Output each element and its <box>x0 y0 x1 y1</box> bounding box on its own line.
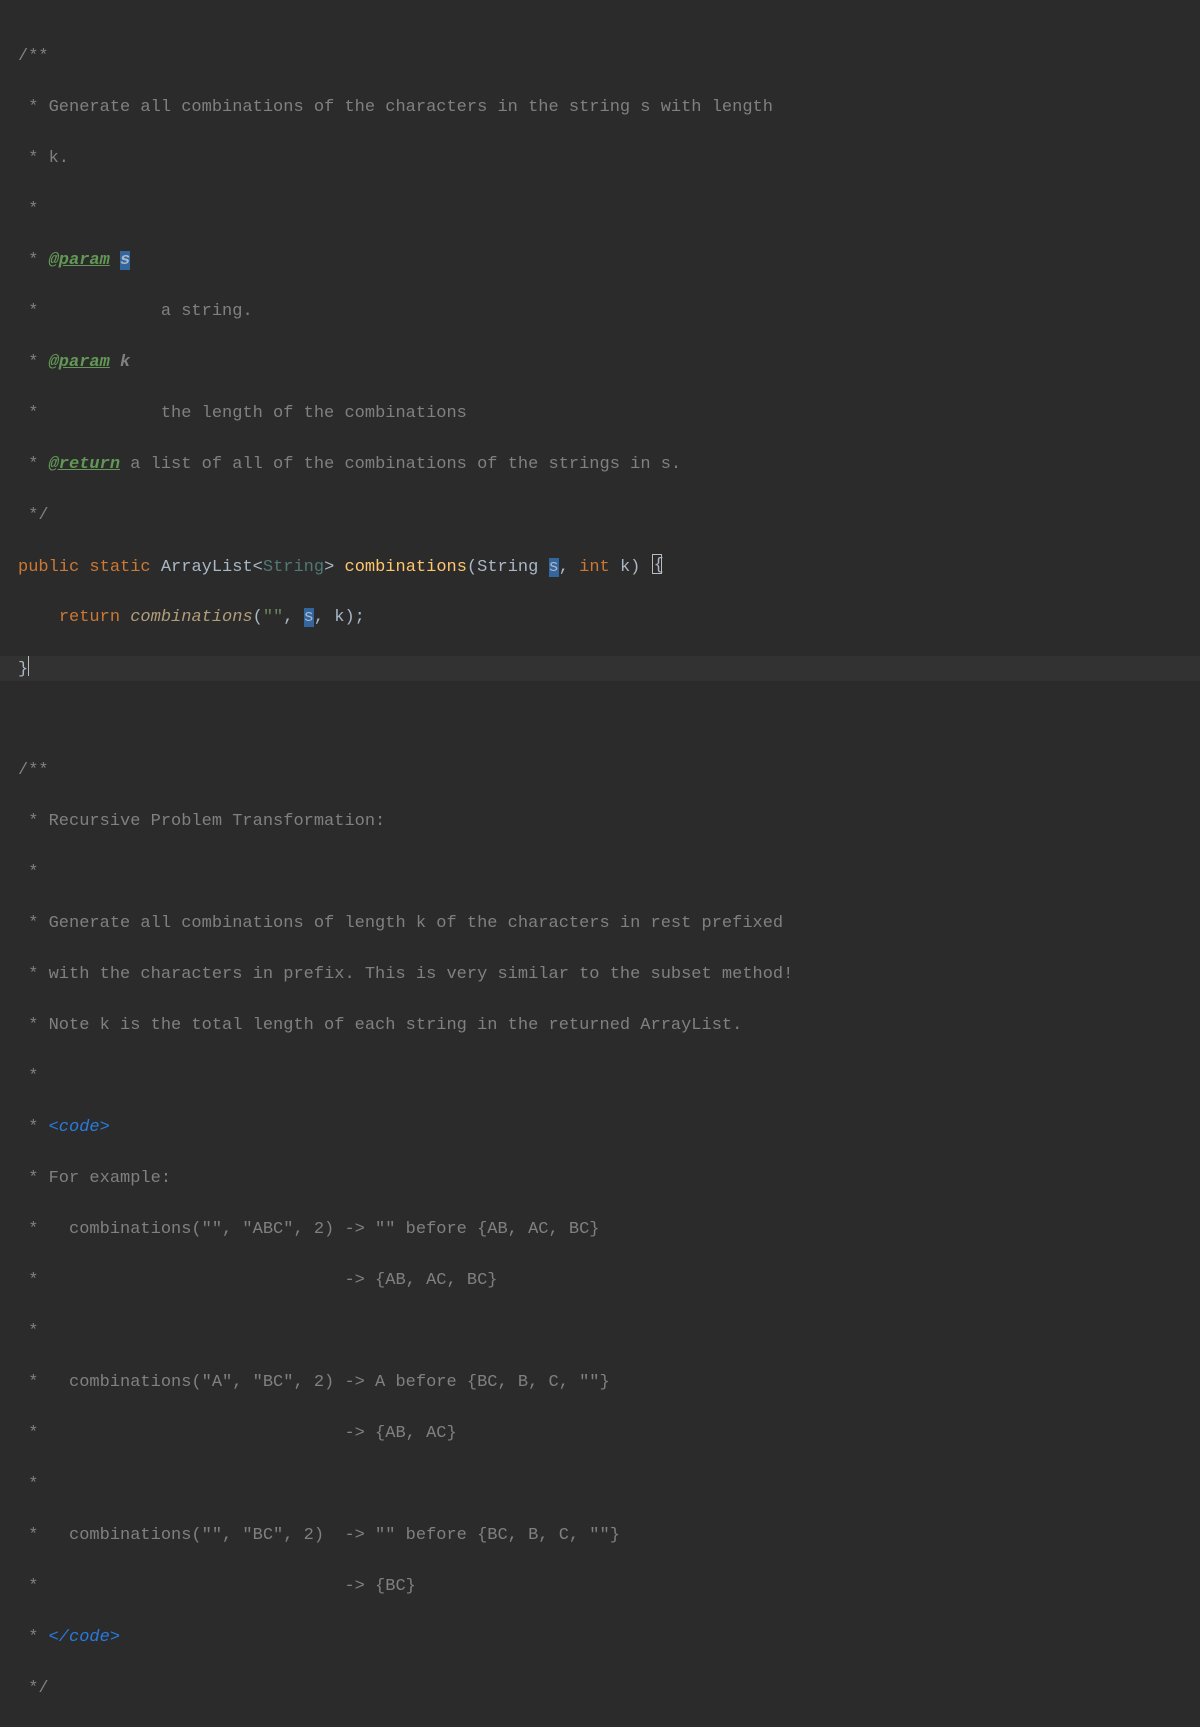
highlighted-variable-s: s <box>304 608 314 627</box>
keyword-static: static <box>89 558 160 577</box>
javadoc-param-desc: a string. <box>161 302 253 321</box>
text-cursor <box>28 656 29 676</box>
arrow: -> <box>344 1271 364 1290</box>
string-literal: "" <box>263 608 283 627</box>
javadoc-code-tag: </code> <box>49 1628 120 1647</box>
javadoc-line: * Generate all combinations of the chara… <box>18 98 773 117</box>
javadoc-line: * Recursive Problem Transformation: <box>18 812 385 831</box>
paren-close: ) <box>630 558 650 577</box>
javadoc-line: * <box>18 200 38 219</box>
javadoc-line: * Note k is the total length of each str… <box>18 1016 742 1035</box>
paren-open: ( <box>253 608 263 627</box>
javadoc-star: * <box>18 353 49 372</box>
javadoc-line: * For example: <box>18 1169 171 1188</box>
javadoc-param-tag: @param <box>49 353 110 372</box>
javadoc-line: * k. <box>18 149 69 168</box>
javadoc-star: * <box>18 1322 38 1341</box>
javadoc-param-tag: @param <box>49 251 110 270</box>
comma: , <box>314 608 334 627</box>
javadoc-example: * combinations("", "ABC", 2) <box>18 1220 344 1239</box>
javadoc-return-tag: @return <box>49 455 120 474</box>
javadoc-star: * <box>18 455 49 474</box>
javadoc-line: * <box>18 1067 38 1086</box>
javadoc-example: * combinations("A", "BC", 2) <box>18 1373 344 1392</box>
javadoc-example: {AB, AC, BC} <box>365 1271 498 1290</box>
keyword-public: public <box>18 558 89 577</box>
javadoc-example: "" before {BC, B, C, ""} <box>365 1526 620 1545</box>
javadoc-line: * with the characters in prefix. This is… <box>18 965 793 984</box>
javadoc-open: /** <box>18 47 49 66</box>
javadoc-example: A before {BC, B, C, ""} <box>365 1373 610 1392</box>
javadoc-example: {BC} <box>365 1577 416 1596</box>
javadoc-example: {AB, AC} <box>365 1424 457 1443</box>
type-string-generic: String <box>263 558 324 577</box>
javadoc-star: * <box>18 1628 49 1647</box>
comma: , <box>283 608 303 627</box>
javadoc-star: * <box>18 251 49 270</box>
javadoc-example: * combinations("", "BC", 2) <box>18 1526 344 1545</box>
cursor-selection-box: { <box>652 554 662 574</box>
variable-k: k <box>334 608 344 627</box>
keyword-return: return <box>59 608 130 627</box>
param-type-string: String <box>477 558 548 577</box>
param-type-int: int <box>579 558 620 577</box>
javadoc-line: * <box>18 863 38 882</box>
javadoc-example: * <box>18 1577 344 1596</box>
javadoc-param-desc: the length of the combinations <box>161 404 467 423</box>
javadoc-example: * <box>18 1424 344 1443</box>
javadoc-star: * <box>18 1475 38 1494</box>
param-name-k: k <box>620 558 630 577</box>
javadoc-open: /** <box>18 761 49 780</box>
javadoc-star: * <box>18 404 161 423</box>
javadoc-close: */ <box>18 1679 49 1698</box>
angle-open: < <box>253 558 263 577</box>
highlighted-variable-s: s <box>549 558 559 577</box>
javadoc-example: * <box>18 1271 344 1290</box>
arrow: -> <box>344 1424 364 1443</box>
javadoc-star: * <box>18 302 161 321</box>
javadoc-close: */ <box>18 506 49 525</box>
arrow: -> <box>344 1220 364 1239</box>
method-call: combinations <box>130 608 252 627</box>
javadoc-star: * <box>18 1118 49 1137</box>
comma: , <box>559 558 579 577</box>
javadoc-line: * Generate all combinations of length k … <box>18 914 783 933</box>
paren-close-semi: ); <box>344 608 364 627</box>
paren-open: ( <box>467 558 477 577</box>
arrow: -> <box>344 1526 364 1545</box>
angle-close: > <box>324 558 344 577</box>
javadoc-code-tag: <code> <box>49 1118 110 1137</box>
arrow: -> <box>344 1373 364 1392</box>
javadoc-example: "" before {AB, AC, BC} <box>365 1220 600 1239</box>
arrow: -> <box>344 1577 364 1596</box>
type-arraylist: ArrayList <box>161 558 253 577</box>
javadoc-param-name: s <box>110 251 130 270</box>
indent <box>18 608 59 627</box>
brace-close: } <box>18 660 28 679</box>
javadoc-param-name: k <box>110 353 130 372</box>
method-name: combinations <box>345 558 467 577</box>
highlighted-variable-s: s <box>120 251 130 270</box>
brace-open: { <box>654 553 664 579</box>
code-editor[interactable]: /** * Generate all combinations of the c… <box>0 0 1200 1727</box>
javadoc-return-desc: a list of all of the combinations of the… <box>120 455 681 474</box>
